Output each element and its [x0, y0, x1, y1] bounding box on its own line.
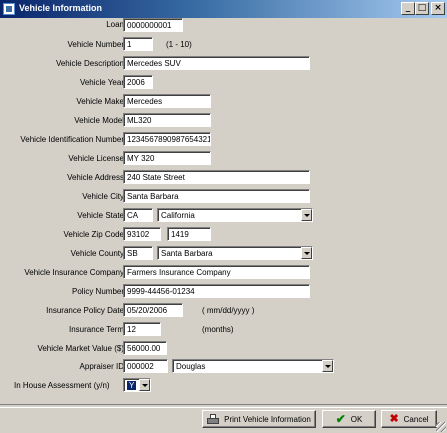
in-house-assessment-value: Y [125, 380, 138, 391]
policy-number-label: Policy Number [71, 287, 124, 296]
insurance-term-hint: (months) [202, 325, 234, 334]
close-icon[interactable]: × [431, 2, 445, 15]
vehicle-make-field[interactable]: Mercedes [123, 94, 211, 108]
cancel-button-label: Cancel [403, 414, 429, 424]
vehicle-county-code-field[interactable]: SB [123, 246, 153, 260]
vehicle-number-hint: (1 - 10) [166, 40, 192, 49]
policy-date-label: Insurance Policy Date [46, 306, 124, 315]
vehicle-county-name: Santa Barbara [161, 249, 213, 258]
checkmark-icon: ✔ [335, 411, 346, 426]
market-value-field[interactable]: 56000.00 [123, 341, 167, 355]
vehicle-address-label: Vehicle Address [67, 173, 124, 182]
chevron-down-icon[interactable] [301, 209, 312, 221]
appraiser-id-label: Appraiser ID [79, 362, 124, 371]
resize-grip[interactable] [436, 422, 446, 432]
chevron-down-icon[interactable] [139, 379, 150, 391]
print-vehicle-information-button[interactable]: Print Vehicle Information [202, 410, 316, 428]
vehicle-state-label: Vehicle State [77, 211, 124, 220]
appraiser-name: Douglas [176, 362, 206, 371]
vehicle-state-code-field[interactable]: CA [123, 208, 153, 222]
market-value-label: Vehicle Market Value ($) [37, 344, 124, 353]
chevron-down-icon[interactable] [322, 360, 333, 372]
minimize-icon[interactable]: _ [401, 2, 415, 15]
vehicle-model-field[interactable]: ML320 [123, 113, 211, 127]
insurance-term-field[interactable]: 12 [123, 322, 161, 336]
vehicle-number-label: Vehicle Number [67, 40, 124, 49]
vehicle-year-label: Vehicle Year [79, 78, 124, 87]
vehicle-number-field[interactable]: 1 [123, 37, 153, 51]
ok-button[interactable]: ✔ OK [322, 410, 376, 428]
appraiser-id-field[interactable]: 000002 [123, 359, 168, 373]
vehicle-year-field[interactable]: 2006 [123, 75, 153, 89]
cancel-button[interactable]: ✖ Cancel [381, 410, 437, 428]
ok-button-label: OK [350, 414, 363, 424]
in-house-assessment-label: In House Assessment (y/n) [14, 381, 110, 390]
insurance-company-label: Vehicle Insurance Company [24, 268, 124, 277]
maximize-icon[interactable]: □ [415, 2, 429, 15]
vehicle-city-field[interactable]: Santa Barbara [123, 189, 310, 203]
app-icon [3, 3, 15, 15]
vehicle-zip-label: Vehicle Zip Code [63, 230, 124, 239]
vehicle-county-label: Vehicle County [70, 249, 124, 258]
vehicle-state-dropdown[interactable]: California [157, 208, 313, 222]
vehicle-address-field[interactable]: 240 State Street [123, 170, 310, 184]
x-icon: ✖ [389, 412, 399, 425]
loan-field[interactable]: 0000000001 [123, 18, 183, 32]
vehicle-zip-plus4-field[interactable]: 1419 [167, 227, 211, 241]
appraiser-dropdown[interactable]: Douglas [172, 359, 334, 373]
vehicle-county-dropdown[interactable]: Santa Barbara [157, 246, 313, 260]
vehicle-model-label: Vehicle Model [74, 116, 124, 125]
printer-icon [207, 413, 220, 425]
vehicle-zip-field[interactable]: 93102 [123, 227, 161, 241]
vehicle-license-label: Vehicle License [68, 154, 124, 163]
in-house-assessment-dropdown[interactable]: Y [123, 378, 151, 392]
policy-date-field[interactable]: 05/20/2006 [123, 303, 183, 317]
insurance-term-label: Insurance Term [69, 325, 124, 334]
policy-date-hint: ( mm/dd/yyyy ) [202, 306, 255, 315]
policy-number-field[interactable]: 9999-44456-01234 [123, 284, 310, 298]
loan-label: Loan [106, 20, 124, 29]
insurance-company-field[interactable]: Farmers Insurance Company [123, 265, 310, 279]
vin-label: Vehicle Identification Number [20, 135, 124, 144]
vehicle-city-label: Vehicle City [82, 192, 124, 201]
vehicle-description-field[interactable]: Mercedes SUV [123, 56, 310, 70]
title-bar[interactable]: Vehicle Information _ □ × [0, 0, 447, 18]
vehicle-state-name: California [161, 211, 195, 220]
vehicle-license-field[interactable]: MY 320 [123, 151, 211, 165]
vehicle-make-label: Vehicle Make [76, 97, 124, 106]
vehicle-description-label: Vehicle Description [55, 59, 124, 68]
chevron-down-icon[interactable] [301, 247, 312, 259]
divider [0, 404, 447, 408]
print-button-label: Print Vehicle Information [224, 414, 311, 424]
vin-field[interactable]: 1234567890987654321 [123, 132, 211, 146]
window-title: Vehicle Information [19, 3, 103, 13]
